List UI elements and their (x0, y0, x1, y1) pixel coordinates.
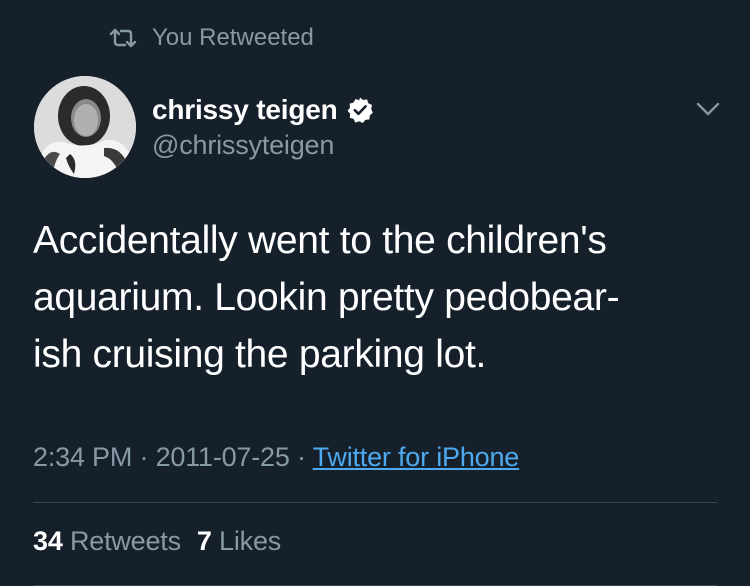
likes-label: Likes (219, 526, 282, 556)
author-block[interactable]: chrissy teigen @chrissyteigen (152, 92, 374, 161)
meta-separator: · (289, 442, 313, 472)
tweet-text-line: ish cruising the parking lot. (33, 333, 487, 376)
retweets-label: Retweets (69, 526, 181, 556)
likes-stat[interactable]: 7 Likes (197, 526, 281, 556)
tweet-text-line: aquarium. Lookin pretty pedobear- (33, 276, 620, 319)
retweet-notice: You Retweeted (108, 22, 314, 54)
likes-count: 7 (196, 526, 212, 556)
display-name-row: chrissy teigen (152, 92, 374, 128)
tweet-source-link[interactable]: Twitter for iPhone (313, 442, 520, 472)
avatar[interactable] (34, 76, 136, 178)
tweet-text-line: Accidentally went to the children's (33, 219, 607, 262)
display-name[interactable]: chrissy teigen (152, 94, 338, 126)
tweet-text: Accidentally went to the children's aqua… (33, 212, 723, 383)
verified-badge-icon (346, 96, 374, 124)
tweet-date[interactable]: 2011-07-25 (156, 442, 290, 472)
meta-separator: · (132, 442, 156, 472)
retweets-count: 34 (33, 526, 63, 556)
tweet-stats: 34 Retweets 7 Likes (33, 526, 281, 557)
tweet-meta: 2:34 PM · 2011-07-25 · Twitter for iPhon… (33, 442, 519, 473)
chevron-down-icon[interactable] (694, 98, 722, 120)
user-handle[interactable]: @chrissyteigen (152, 130, 374, 161)
retweet-icon (108, 26, 138, 50)
retweets-stat[interactable]: 34 Retweets (33, 526, 181, 556)
tweet-time[interactable]: 2:34 PM (33, 442, 132, 472)
retweet-notice-label: You Retweeted (152, 24, 314, 51)
divider (33, 502, 717, 503)
